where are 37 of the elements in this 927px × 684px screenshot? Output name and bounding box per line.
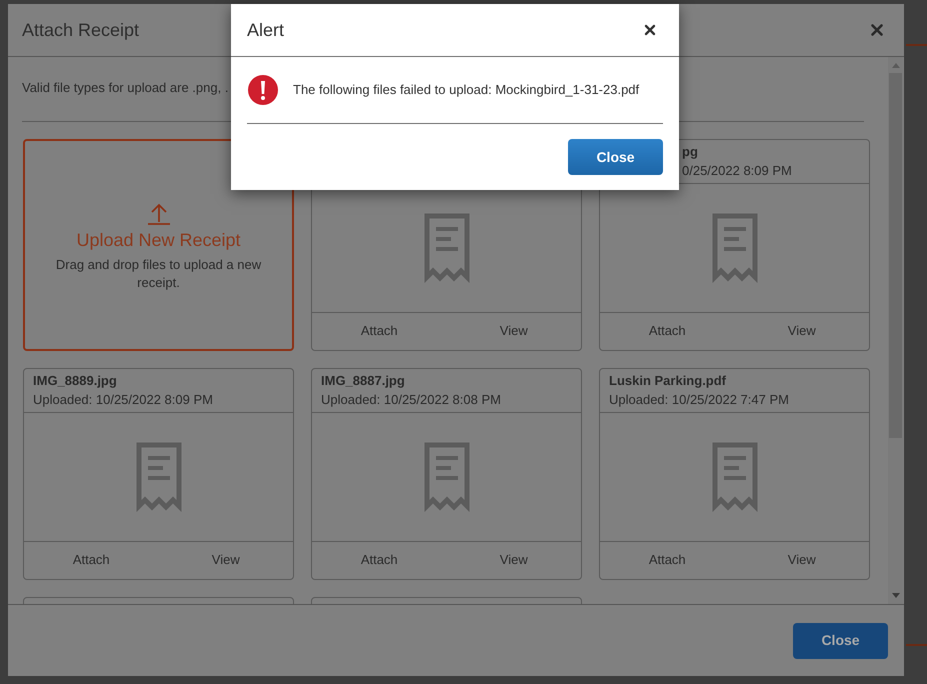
- view-button[interactable]: View: [212, 550, 240, 570]
- attach-button[interactable]: Attach: [648, 321, 686, 341]
- upload-date: 0/25/2022 8:09 PM: [682, 162, 793, 180]
- instructions-text: Valid file types for upload are .png, .: [22, 79, 228, 97]
- view-button[interactable]: View: [788, 321, 816, 341]
- receipt-icon: [424, 212, 470, 282]
- upload-date: Uploaded: 10/25/2022 8:09 PM: [33, 391, 214, 409]
- upload-date: Uploaded: 10/25/2022 7:47 PM: [609, 391, 790, 409]
- file-name: IMG_8887.jpg: [321, 372, 406, 390]
- alert-message: The following files failed to upload: Mockingbird_1-31-23.pdf: [293, 81, 640, 100]
- file-name: IMG_8889.jpg: [33, 372, 118, 390]
- view-button[interactable]: View: [788, 550, 816, 570]
- file-name: Luskin Parking.pdf: [609, 372, 728, 390]
- receipt-icon: [136, 442, 182, 512]
- close-icon[interactable]: [642, 22, 658, 38]
- attach-button[interactable]: Attach: [360, 550, 398, 570]
- upload-icon: [146, 203, 170, 225]
- receipt-icon: [424, 442, 470, 512]
- upload-hint: Drag and drop files to upload a new receipt.: [54, 256, 262, 292]
- view-button[interactable]: View: [500, 550, 528, 570]
- file-name: pg: [682, 143, 699, 161]
- scroll-down-icon[interactable]: [892, 593, 900, 598]
- scrollbar[interactable]: [888, 57, 903, 604]
- attach-button[interactable]: Attach: [72, 550, 110, 570]
- receipt-icon: [712, 442, 758, 512]
- upload-title: Upload New Receipt: [76, 229, 241, 252]
- attach-button[interactable]: Attach: [360, 321, 398, 341]
- alert-close-button[interactable]: Close: [568, 139, 663, 175]
- dialog-title: Attach Receipt: [22, 18, 140, 42]
- upload-date: Uploaded: 10/25/2022 8:08 PM: [321, 391, 502, 409]
- attach-button[interactable]: Attach: [648, 550, 686, 570]
- close-button[interactable]: Close: [793, 622, 888, 658]
- error-icon: [248, 75, 278, 105]
- scroll-up-icon[interactable]: [892, 63, 900, 68]
- receipt-icon: [712, 212, 758, 282]
- view-button[interactable]: View: [500, 321, 528, 341]
- alert-title: Alert: [247, 18, 284, 42]
